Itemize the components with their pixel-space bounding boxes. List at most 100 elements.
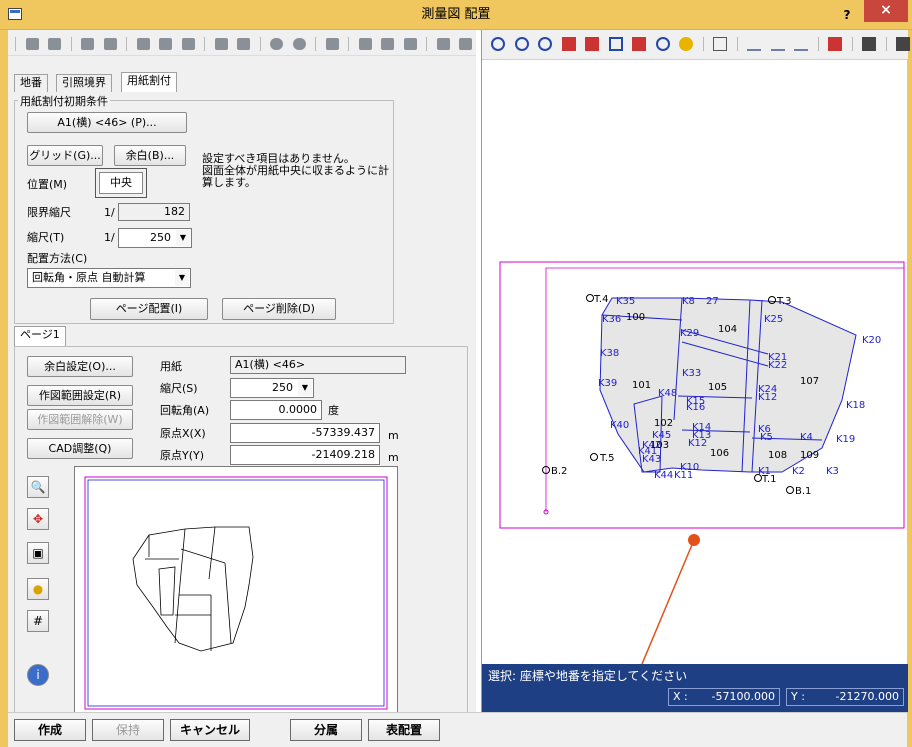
page-scale-combo[interactable]: 250 ▼ (230, 378, 314, 398)
angle-icon[interactable] (794, 37, 808, 51)
page-icon-1[interactable] (136, 38, 150, 50)
survey-drawing: T.4 K35 K8 27 T.3 K36 100 K29 104 K25 K2… (499, 261, 905, 665)
map-label: K5 (760, 432, 773, 443)
tool-icon-2[interactable] (896, 37, 910, 51)
tab-page1[interactable]: ページ1 (14, 326, 66, 346)
scale-label: 縮尺(T) (27, 231, 65, 244)
map-label: K40 (610, 420, 629, 431)
chevron-down-icon[interactable]: ▼ (298, 380, 312, 396)
preview-area[interactable] (74, 466, 398, 722)
range-setting-button[interactable]: 作図範囲設定(R) (27, 385, 133, 406)
method-combo[interactable]: 回転角・原点 自動計算 ▼ (27, 268, 191, 288)
find-icon[interactable] (103, 38, 117, 50)
grid-toggle-icon[interactable]: # (27, 610, 49, 632)
info-text-3: 算します。 (202, 176, 256, 189)
page-icon-3[interactable] (181, 38, 195, 50)
table-layout-button[interactable]: 表配置 (368, 719, 440, 741)
move-down-icon[interactable] (48, 38, 61, 50)
origin-y-label: 原点Y(Y) (160, 449, 205, 462)
map-label: K18 (846, 400, 865, 411)
create-button[interactable]: 作成 (14, 719, 86, 741)
method-label: 配置方法(C) (27, 252, 88, 265)
zoom-in-icon[interactable] (514, 37, 529, 51)
map-label: K8 (682, 296, 695, 307)
point-delete-icon[interactable] (403, 38, 417, 50)
pan-icon[interactable] (585, 37, 599, 51)
position-box[interactable]: 中央 (95, 168, 147, 198)
margin-setting-button[interactable]: 余白設定(O)... (27, 356, 133, 377)
map-label: K29 (680, 328, 699, 339)
separate-button[interactable]: 分属 (290, 719, 362, 741)
split-icon[interactable] (214, 38, 228, 50)
lightbulb-icon[interactable] (679, 37, 693, 51)
map-label: K35 (616, 296, 635, 307)
page-delete-button[interactable]: ページ削除(D) (222, 298, 336, 320)
circle-icon-1[interactable] (270, 38, 283, 50)
hold-button[interactable]: 保持 (92, 719, 164, 741)
fit-icon[interactable]: ▣ (27, 542, 49, 564)
print-icon[interactable] (828, 37, 842, 51)
fit-window-icon[interactable] (608, 37, 623, 51)
margin-button[interactable]: 余白(B)... (114, 145, 186, 166)
page-scale-value: 250 (272, 381, 293, 394)
position-label: 位置(M) (27, 178, 68, 191)
zoom-icon[interactable]: 🔍 (27, 476, 49, 498)
origin-x-field[interactable]: -57339.437 (230, 423, 380, 443)
origin-y-unit: m (388, 451, 399, 464)
status-x-label: X : (673, 690, 688, 703)
tab-paper-layout[interactable]: 用紙割付 (121, 72, 177, 92)
status-bar: 選択: 座標や地番を指定してください X : -57100.000 Y : -2… (482, 664, 908, 712)
rotation-field[interactable]: 0.0000 (230, 400, 322, 420)
map-label: K39 (598, 378, 617, 389)
pan-icon[interactable]: ✥ (27, 508, 49, 530)
align-icon-1[interactable] (436, 38, 450, 50)
paper-size-button[interactable]: A1(横) <46> (P)... (27, 112, 187, 133)
zoom-out-icon[interactable] (538, 37, 552, 51)
origin-y-field[interactable]: -21409.218 (230, 445, 380, 465)
initial-conditions-group (14, 100, 394, 324)
page-layout-button[interactable]: ページ配置(I) (90, 298, 208, 320)
move-up-icon[interactable] (25, 38, 39, 50)
map-label: K4 (800, 432, 813, 443)
circle-icon-2[interactable] (292, 38, 306, 50)
merge-icon[interactable] (237, 38, 250, 50)
range-clear-button[interactable]: 作図範囲解除(W) (27, 409, 133, 430)
previous-view-icon[interactable] (632, 37, 646, 51)
chevron-down-icon[interactable]: ▼ (175, 270, 189, 286)
chevron-down-icon[interactable]: ▼ (176, 230, 190, 246)
perpendicular-icon[interactable] (770, 37, 785, 51)
point-add-icon[interactable] (358, 38, 372, 50)
line-icon[interactable] (747, 37, 761, 51)
zoom-point-icon[interactable] (655, 37, 670, 51)
map-label: 101 (632, 380, 651, 391)
map-label: K19 (836, 434, 855, 445)
tab-reference-boundary[interactable]: 引照境界 (56, 74, 112, 92)
map-label: T.1 (761, 474, 776, 485)
grid-button[interactable]: グリッド(G)... (27, 145, 103, 166)
scale-combo[interactable]: 250 ▼ (118, 228, 192, 248)
list-icon[interactable] (81, 38, 94, 50)
limit-scale-label: 限界縮尺 (27, 206, 71, 219)
map-label: B.1 (795, 486, 811, 497)
align-icon-2[interactable] (459, 38, 472, 50)
map-label: 109 (800, 450, 819, 461)
rotation-label: 回転角(A) (160, 404, 210, 417)
close-button[interactable]: × (864, 0, 908, 22)
help-button[interactable]: ? (834, 4, 860, 26)
point-edit-icon[interactable] (381, 38, 394, 50)
map-label: 105 (708, 382, 727, 393)
lightbulb-icon[interactable]: ● (27, 578, 49, 600)
cad-adjust-button[interactable]: CAD調整(Q) (27, 438, 133, 459)
grid-icon[interactable] (325, 38, 339, 50)
zoom-window-icon[interactable] (561, 37, 576, 51)
map-label: K36 (602, 314, 621, 325)
tab-lot[interactable]: 地番 (14, 74, 48, 92)
map-label: 104 (718, 324, 737, 335)
cancel-button[interactable]: キャンセル (170, 719, 250, 741)
layer-icon[interactable] (713, 37, 727, 51)
zoom-fit-icon[interactable] (491, 37, 505, 51)
tool-icon-1[interactable] (862, 37, 876, 51)
page-icon-2[interactable] (159, 38, 172, 50)
map-canvas[interactable]: T.4 K35 K8 27 T.3 K36 100 K29 104 K25 K2… (482, 60, 908, 665)
info-icon[interactable]: i (27, 664, 49, 686)
